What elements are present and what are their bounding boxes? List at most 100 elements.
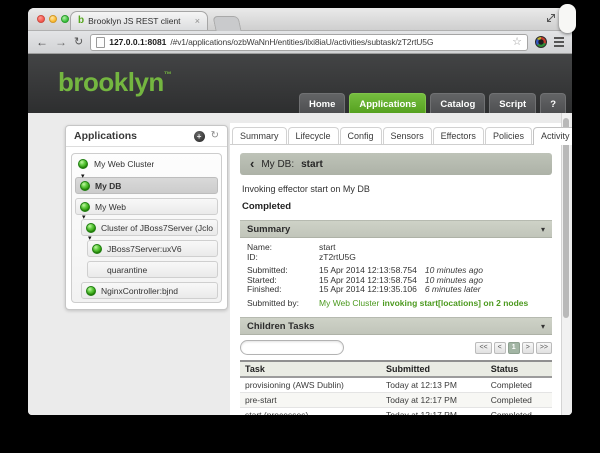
last-page-button[interactable]: >> xyxy=(536,342,552,354)
application-tree-group: My Web Cluster▾ My DB My Web▾ Cluster of JB… xyxy=(71,153,222,303)
table-row[interactable]: start (processes)Today at 12:17 PMComple… xyxy=(240,408,552,416)
tree-item-label: quarantine xyxy=(107,265,147,275)
bookmark-star-icon[interactable]: ☆ xyxy=(512,37,522,48)
task-submitted: Today at 12:13 PM xyxy=(381,377,486,393)
summary-row-label: Started: xyxy=(247,275,319,285)
expand-caret-icon[interactable]: ▾ xyxy=(82,214,86,221)
brooklyn-logo: brooklyn™ xyxy=(58,67,172,98)
breadcrumb-task: start xyxy=(301,159,323,170)
next-page-button[interactable]: > xyxy=(522,342,534,354)
task-submitted: Today at 12:17 PM xyxy=(381,393,486,408)
close-window-button[interactable] xyxy=(37,15,45,23)
tree-item-label: My DB xyxy=(95,181,121,191)
browser-menu-icon[interactable] xyxy=(554,37,564,47)
page-button-1[interactable]: 1 xyxy=(508,342,520,354)
add-application-icon[interactable]: + xyxy=(194,131,205,142)
tab-sensors[interactable]: Sensors xyxy=(383,127,432,144)
tree-item-cluster-of-jboss7server-jcloudslocat[interactable]: Cluster of JBoss7Server (JcloudsLocat▾ xyxy=(81,219,218,236)
summary-row-value: 15 Apr 2014 12:13:58.754 xyxy=(319,265,417,275)
trademark-symbol: ™ xyxy=(164,70,172,79)
browser-window: b Brooklyn JS REST client × ← → ↻ 127.0.… xyxy=(28,8,572,415)
submitted-by-link[interactable]: My Web Cluster xyxy=(319,298,379,308)
nav-button-applications[interactable]: Applications xyxy=(349,93,426,114)
orb-spacer xyxy=(92,265,102,275)
task-search-input[interactable] xyxy=(249,343,359,353)
task-status: Completed xyxy=(486,393,552,408)
browser-titlebar: b Brooklyn JS REST client × xyxy=(28,8,572,31)
tab-lifecycle[interactable]: Lifecycle xyxy=(288,127,339,144)
scrollbar-thumb[interactable] xyxy=(563,118,569,318)
address-bar[interactable]: 127.0.0.1:8081 /#v1/applications/ozbWaNn… xyxy=(90,34,528,51)
summary-row-note: 6 minutes later xyxy=(425,284,481,294)
summary-row-label: Submitted: xyxy=(247,265,319,275)
tree-item-my-web[interactable]: My Web▾ xyxy=(75,198,218,215)
expand-caret-icon[interactable]: ▾ xyxy=(81,173,85,180)
column-header-status[interactable]: Status xyxy=(486,361,552,377)
task-status: Completed xyxy=(486,408,552,416)
first-page-button[interactable]: << xyxy=(475,342,491,354)
back-icon[interactable]: ← xyxy=(36,36,48,48)
children-section-header[interactable]: Children Tasks ▾ xyxy=(240,317,552,335)
fullscreen-icon[interactable] xyxy=(546,13,556,23)
vertical-scrollbar[interactable] xyxy=(561,113,570,415)
children-section-title: Children Tasks xyxy=(247,321,314,332)
expand-caret-icon[interactable]: ▾ xyxy=(88,235,92,242)
nav-button-script[interactable]: Script xyxy=(489,93,536,114)
task-search-box[interactable] xyxy=(240,340,344,355)
reload-icon[interactable]: ↻ xyxy=(74,37,83,48)
browser-profile-icon[interactable] xyxy=(535,36,547,48)
table-row[interactable]: provisioning (AWS Dublin)Today at 12:13 … xyxy=(240,377,552,393)
brooklyn-favicon-icon: b xyxy=(78,16,84,26)
table-row[interactable]: pre-startToday at 12:17 PMCompleted xyxy=(240,393,552,408)
browser-toolbar: ← → ↻ 127.0.0.1:8081 /#v1/applications/o… xyxy=(28,31,572,54)
summary-row-value: zT2rtU5G xyxy=(319,252,356,262)
tree-item-my-web-cluster[interactable]: My Web Cluster▾ xyxy=(75,154,218,173)
task-breadcrumb[interactable]: ‹ My DB: start xyxy=(240,153,552,175)
new-tab-button[interactable] xyxy=(212,16,241,31)
status-orb-green-icon xyxy=(80,202,90,212)
tree-item-quarantine[interactable]: quarantine xyxy=(87,261,218,278)
summary-section-title: Summary xyxy=(247,224,290,235)
summary-row-label: Finished: xyxy=(247,284,319,294)
summary-row-label: ID: xyxy=(247,252,319,262)
tree-item-jboss7server-uxv6[interactable]: JBoss7Server:uxV6 xyxy=(87,240,218,257)
nav-button-help[interactable]: ? xyxy=(540,93,566,114)
collapse-caret-icon[interactable]: ▾ xyxy=(541,322,545,331)
tab-close-icon[interactable]: × xyxy=(195,17,200,26)
column-header-submitted[interactable]: Submitted xyxy=(381,361,486,377)
column-header-task[interactable]: Task xyxy=(240,361,381,377)
refresh-icon[interactable]: ↻ xyxy=(211,131,219,141)
tree-item-nginxcontroller-bjnd[interactable]: NginxController:bjnd xyxy=(81,282,218,299)
applications-panel: Applications + ↻ My Web Cluster▾My DBMy … xyxy=(65,125,228,310)
tree-item-my-db[interactable]: My DB xyxy=(75,177,218,194)
summary-row-submitted: Submitted:15 Apr 2014 12:13:58.75410 min… xyxy=(247,265,545,275)
nav-button-catalog[interactable]: Catalog xyxy=(430,93,485,114)
header-nav: HomeApplicationsCatalogScript? xyxy=(299,93,566,114)
summary-row-label: Submitted by: xyxy=(247,298,319,308)
tree-item-label: Cluster of JBoss7Server (JcloudsLocat xyxy=(101,223,213,233)
zoom-window-button[interactable] xyxy=(61,15,69,23)
nav-button-home[interactable]: Home xyxy=(299,93,345,114)
task-description: Invoking effector start on My DB xyxy=(242,184,550,194)
status-orb-green-icon xyxy=(86,286,96,296)
prev-page-button[interactable]: < xyxy=(494,342,506,354)
browser-tab[interactable]: b Brooklyn JS REST client × xyxy=(70,11,208,30)
tab-activity[interactable]: Activity xyxy=(533,127,572,145)
task-name: pre-start xyxy=(240,393,381,408)
tab-summary[interactable]: Summary xyxy=(232,127,287,144)
minimize-window-button[interactable] xyxy=(49,15,57,23)
collapse-caret-icon[interactable]: ▾ xyxy=(541,225,545,234)
tab-config[interactable]: Config xyxy=(340,127,382,144)
submitted-by-detail: invoking start[locations] on 2 nodes xyxy=(382,298,528,308)
tree-item-label: JBoss7Server:uxV6 xyxy=(107,244,182,254)
tab-policies[interactable]: Policies xyxy=(485,127,532,144)
summary-section-header[interactable]: Summary ▾ xyxy=(240,220,552,238)
activity-tab-content: ‹ My DB: start Invoking effector start o… xyxy=(230,145,562,415)
back-chevron-icon[interactable]: ‹ xyxy=(250,157,254,170)
tab-effectors[interactable]: Effectors xyxy=(433,127,484,144)
summary-row-finished: Finished:15 Apr 2014 12:19:35.1066 minut… xyxy=(247,284,545,294)
task-name: provisioning (AWS Dublin) xyxy=(240,377,381,393)
applications-panel-title: Applications xyxy=(74,130,194,142)
status-orb-green-icon xyxy=(92,244,102,254)
forward-icon[interactable]: → xyxy=(55,36,67,48)
